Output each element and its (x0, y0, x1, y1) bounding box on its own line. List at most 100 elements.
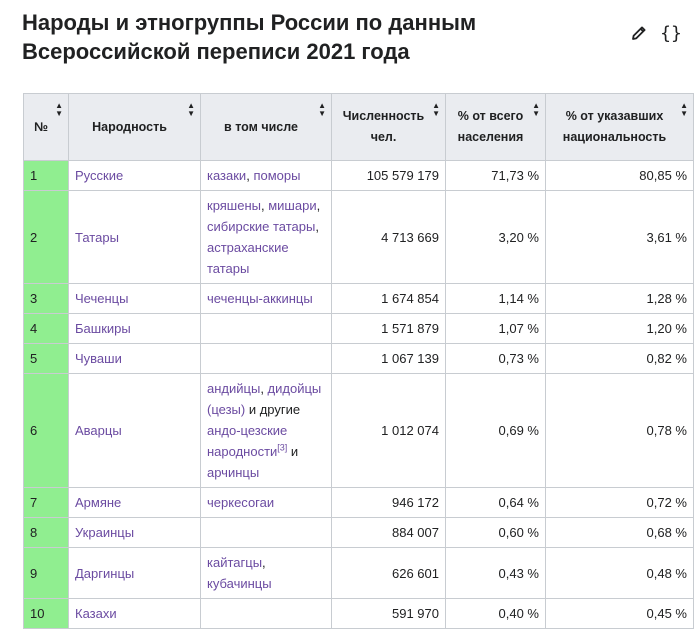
pct-specified-cell: 0,82 % (545, 343, 694, 374)
subgroup-link[interactable]: черкесогаи (207, 495, 274, 510)
nation-cell: Даргинцы (68, 547, 201, 599)
table-row: 5 Чуваши 1 067 139 0,73 % 0,82 % (23, 343, 694, 374)
column-header-label: в том числе (224, 119, 298, 134)
subgroup-link[interactable]: казаки (207, 168, 246, 183)
table-row: 1 Русские казаки, поморы 105 579 179 71,73 %… (23, 160, 694, 191)
pct-specified-cell: 1,28 % (545, 283, 694, 314)
column-header-nation[interactable]: Народность ▲ ▼ (68, 93, 201, 161)
row-number-cell: 6 (23, 373, 69, 488)
nation-link[interactable]: Казахи (75, 606, 117, 621)
subgroup-link[interactable]: андо-цезские народности (207, 423, 287, 459)
includes-text: и (287, 444, 299, 459)
sort-icon[interactable]: ▲ ▼ (532, 102, 540, 118)
page-header: Народы и этногруппы России по данным Все… (22, 8, 622, 66)
row-number-cell: 7 (23, 487, 69, 518)
row-number-cell: 5 (23, 343, 69, 374)
table-row: 6 Аварцы андийцы, дидойцы (цезы) и другие … (23, 373, 694, 488)
subgroup-link[interactable]: чеченцы-аккинцы (207, 291, 313, 306)
pct-total-cell: 0,40 % (445, 598, 546, 629)
subgroup-link[interactable]: арчинцы (207, 465, 259, 480)
pct-specified-cell: 0,45 % (545, 598, 694, 629)
column-header-label: Численность чел. (342, 109, 425, 144)
table-row: 7 Армяне черкесогаи 946 172 0,64 % 0,72 % (23, 487, 694, 518)
includes-cell: кайтагцы, кубачинцы (200, 547, 332, 599)
sort-icon[interactable]: ▲ ▼ (187, 102, 195, 118)
column-header-population[interactable]: Численность чел. ▲ ▼ (331, 93, 446, 161)
includes-text: , (260, 381, 268, 396)
sort-icon[interactable]: ▲ ▼ (680, 102, 688, 118)
includes-text: , (316, 198, 321, 213)
pct-specified-cell: 1,20 % (545, 313, 694, 344)
column-header-pct-specified[interactable]: % от указавших национальность ▲ ▼ (545, 93, 694, 161)
includes-cell: казаки, поморы (200, 160, 332, 191)
subgroup-link[interactable]: кайтагцы (207, 555, 262, 570)
row-number-cell: 10 (23, 598, 69, 629)
nation-link[interactable]: Украинцы (75, 525, 134, 540)
column-header-pct-total[interactable]: % от всего населения ▲ ▼ (445, 93, 546, 161)
pct-specified-cell: 0,48 % (545, 547, 694, 599)
column-header-num[interactable]: № ▲ ▼ (23, 93, 69, 161)
pencil-icon-svg (632, 26, 646, 40)
row-number-cell: 9 (23, 547, 69, 599)
pencil-icon[interactable] (628, 22, 650, 44)
table-body: 1 Русские казаки, поморы 105 579 179 71,73 %… (23, 160, 694, 629)
row-number-cell: 3 (23, 283, 69, 314)
subgroup-link[interactable]: кубачинцы (207, 576, 272, 591)
nation-link[interactable]: Даргинцы (75, 566, 134, 581)
population-cell: 4 713 669 (331, 190, 446, 284)
table-row: 8 Украинцы 884 007 0,60 % 0,68 % (23, 517, 694, 548)
pct-total-cell: 71,73 % (445, 160, 546, 191)
subgroup-link[interactable]: мишари (268, 198, 316, 213)
row-number-cell: 4 (23, 313, 69, 344)
nation-link[interactable]: Чеченцы (75, 291, 128, 306)
includes-cell: кряшены, мишари, сибирские татары, астра… (200, 190, 332, 284)
nation-link[interactable]: Татары (75, 230, 119, 245)
column-header-includes[interactable]: в том числе ▲ ▼ (200, 93, 332, 161)
pct-total-cell: 0,64 % (445, 487, 546, 518)
includes-cell (200, 313, 332, 344)
table-header-row: № ▲ ▼ Народность ▲ ▼ в том числе ▲ ▼ Числен… (23, 93, 694, 161)
nation-link[interactable]: Русские (75, 168, 123, 183)
census-table-container: № ▲ ▼ Народность ▲ ▼ в том числе ▲ ▼ Числен… (23, 93, 694, 629)
population-cell: 1 067 139 (331, 343, 446, 374)
census-table: № ▲ ▼ Народность ▲ ▼ в том числе ▲ ▼ Числен… (23, 93, 694, 629)
nation-cell: Чуваши (68, 343, 201, 374)
code-braces-icon[interactable]: {} (660, 22, 682, 44)
subgroup-link[interactable]: астраханские татары (207, 240, 289, 276)
reference-link[interactable]: [3] (277, 443, 287, 453)
population-cell: 591 970 (331, 598, 446, 629)
sort-icon[interactable]: ▲ ▼ (318, 102, 326, 118)
pct-total-cell: 0,73 % (445, 343, 546, 374)
sort-icon[interactable]: ▲ ▼ (55, 102, 63, 118)
toolbar: {} (628, 22, 682, 44)
includes-cell: черкесогаи (200, 487, 332, 518)
sort-icon[interactable]: ▲ ▼ (432, 102, 440, 118)
population-cell: 626 601 (331, 547, 446, 599)
table-row: 10 Казахи 591 970 0,40 % 0,45 % (23, 598, 694, 629)
subgroup-link[interactable]: сибирские татары (207, 219, 315, 234)
nation-cell: Казахи (68, 598, 201, 629)
population-cell: 946 172 (331, 487, 446, 518)
pct-specified-cell: 0,78 % (545, 373, 694, 488)
pct-specified-cell: 80,85 % (545, 160, 694, 191)
population-cell: 105 579 179 (331, 160, 446, 191)
includes-cell (200, 598, 332, 629)
pct-total-cell: 1,07 % (445, 313, 546, 344)
column-header-label: % от всего населения (457, 109, 524, 144)
pct-total-cell: 0,60 % (445, 517, 546, 548)
population-cell: 1 674 854 (331, 283, 446, 314)
subgroup-link[interactable]: андийцы (207, 381, 260, 396)
row-number-cell: 8 (23, 517, 69, 548)
subgroup-link[interactable]: кряшены (207, 198, 261, 213)
nation-link[interactable]: Армяне (75, 495, 121, 510)
includes-cell: чеченцы-аккинцы (200, 283, 332, 314)
row-number-cell: 2 (23, 190, 69, 284)
nation-link[interactable]: Чуваши (75, 351, 122, 366)
subgroup-link[interactable]: поморы (253, 168, 300, 183)
pct-total-cell: 0,69 % (445, 373, 546, 488)
reference-sup: [3] (277, 443, 287, 453)
table-row: 9 Даргинцы кайтагцы, кубачинцы 626 601 0,43 … (23, 547, 694, 599)
nation-link[interactable]: Аварцы (75, 423, 122, 438)
nation-cell: Армяне (68, 487, 201, 518)
nation-link[interactable]: Башкиры (75, 321, 131, 336)
